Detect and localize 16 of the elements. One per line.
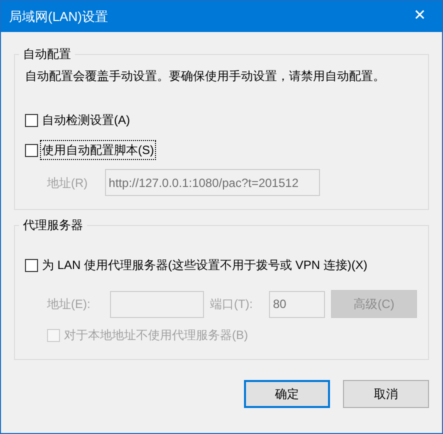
checkbox-label[interactable]: 为 LAN 使用代理服务器(这些设置不用于拨号或 VPN 连接)(X): [41, 256, 368, 274]
checkbox[interactable]: [25, 114, 38, 126]
address-label: 地址(E):: [47, 296, 92, 313]
checkbox-label[interactable]: 自动检测设置(A): [41, 111, 131, 129]
window-title: 局域网(LAN)设置: [9, 8, 108, 26]
group-title: 自动配置: [22, 46, 72, 63]
cancel-button[interactable]: 取消: [343, 380, 429, 408]
port-label: 端口(T):: [210, 296, 254, 313]
address-label: 地址(R): [47, 174, 88, 192]
ok-button[interactable]: 确定: [244, 380, 330, 408]
description-text: 自动配置会覆盖手动设置。要确保使用手动设置，请禁用自动配置。: [25, 68, 386, 85]
checkbox[interactable]: [25, 258, 38, 272]
close-button[interactable]: ✕: [398, 1, 442, 32]
checkbox[interactable]: [25, 144, 38, 156]
group-title: 代理服务器: [22, 217, 84, 234]
checkbox-label[interactable]: 使用自动配置脚本(S): [41, 141, 155, 159]
